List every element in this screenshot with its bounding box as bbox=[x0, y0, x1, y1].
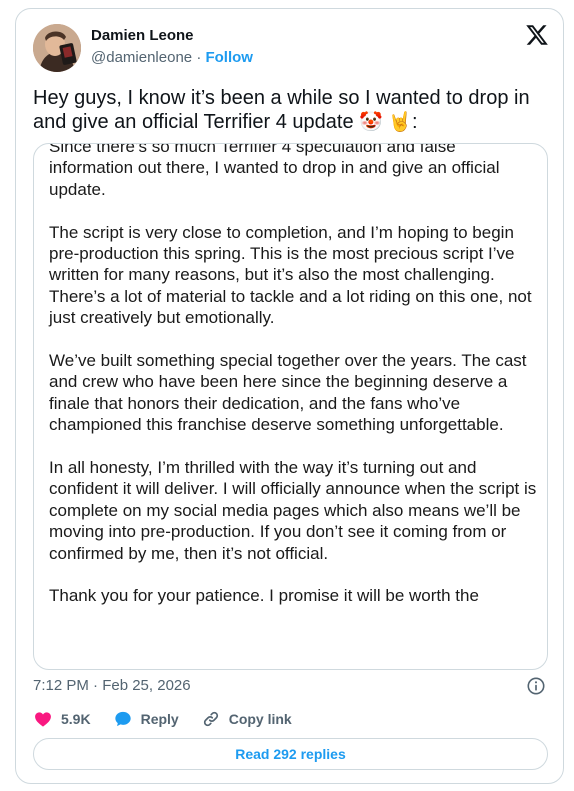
statement-text: Since there’s so much Terrifier 4 specul… bbox=[49, 143, 544, 628]
info-icon[interactable] bbox=[526, 676, 546, 696]
tweet-media-image[interactable]: Since there’s so much Terrifier 4 specul… bbox=[33, 143, 548, 670]
author-handle-line: @damienleone · Follow bbox=[91, 49, 253, 67]
speech-bubble-icon bbox=[114, 711, 131, 727]
statement-paragraph-5: Thank you for your patience. I promise i… bbox=[49, 586, 479, 606]
reply-button[interactable]: Reply bbox=[113, 709, 179, 729]
avatar-image bbox=[33, 24, 81, 72]
rock-horns-emoji: 🤘 bbox=[388, 111, 413, 133]
action-bar: 5.9K Reply Copy link bbox=[33, 709, 314, 729]
clown-emoji: 🤡 bbox=[359, 111, 383, 133]
tweet-card: Damien Leone @damienleone · Follow Hey g… bbox=[15, 8, 564, 784]
like-count: 5.9K bbox=[61, 711, 91, 727]
follow-button[interactable]: Follow bbox=[205, 49, 253, 66]
tweet-text: Hey guys, I know it’s been a while so I … bbox=[33, 86, 548, 134]
x-logo-icon[interactable] bbox=[525, 23, 549, 47]
handle-separator: · bbox=[196, 49, 202, 66]
statement-paragraph-2: The script is very close to completion, … bbox=[49, 222, 532, 328]
copy-link-label: Copy link bbox=[228, 711, 292, 727]
tweet-timestamp[interactable]: 7:12 PM · Feb 25, 2026 bbox=[33, 677, 191, 695]
author-name[interactable]: Damien Leone bbox=[91, 27, 194, 45]
author-handle[interactable]: @damienleone bbox=[91, 49, 192, 66]
statement-paragraph-3: We’ve built something special together o… bbox=[49, 351, 527, 435]
copy-link-button[interactable]: Copy link bbox=[201, 709, 292, 729]
reply-label: Reply bbox=[140, 711, 179, 727]
tweet-text-end: : bbox=[412, 111, 418, 133]
statement-paragraph-1: Since there’s so much Terrifier 4 specul… bbox=[49, 143, 500, 199]
heart-icon bbox=[35, 712, 51, 727]
link-icon bbox=[203, 711, 218, 727]
read-replies-button[interactable]: Read 292 replies bbox=[33, 738, 548, 770]
avatar[interactable] bbox=[33, 24, 81, 72]
statement-paragraph-4: In all honesty, I’m thrilled with the wa… bbox=[49, 458, 537, 563]
tweet-body: Hey guys, I know it’s been a while so I … bbox=[33, 87, 530, 133]
like-button[interactable]: 5.9K bbox=[33, 709, 91, 729]
